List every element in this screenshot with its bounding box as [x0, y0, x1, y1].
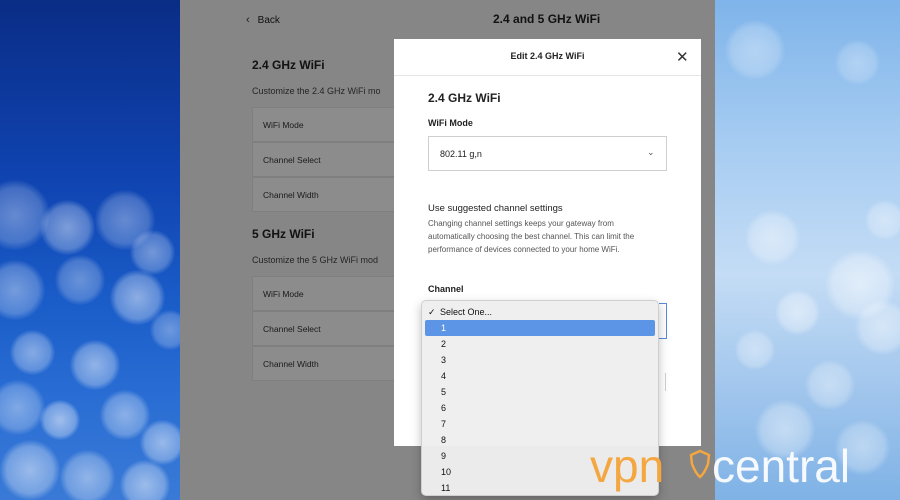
option-label: 11: [441, 483, 451, 493]
bokeh-light: [140, 420, 180, 465]
suggested-channel-help: Changing channel settings keeps your gat…: [428, 219, 635, 254]
background-left: [0, 0, 180, 500]
option-label: Select One...: [440, 307, 493, 317]
dropdown-option[interactable]: ✓ Select One...: [425, 304, 655, 320]
bokeh-light: [130, 230, 175, 275]
bokeh-light: [735, 330, 775, 370]
logo-part1: vpn: [590, 442, 664, 492]
close-icon[interactable]: ✕: [676, 50, 689, 65]
bokeh-light: [150, 310, 180, 350]
option-label: 2: [441, 339, 447, 349]
bokeh-light: [805, 360, 855, 410]
modal-header: Edit 2.4 GHz WiFi ✕: [394, 39, 701, 76]
option-label: 6: [441, 403, 447, 413]
bokeh-light: [0, 260, 45, 320]
dropdown-option[interactable]: 6: [425, 400, 655, 416]
chevron-down-icon: ⌄: [647, 147, 655, 157]
channel-label: Channel: [428, 284, 464, 294]
wifi-mode-select[interactable]: 802.11 g,n ⌄: [428, 136, 667, 171]
option-label: 9: [441, 451, 447, 461]
dropdown-option[interactable]: 1: [425, 320, 655, 336]
logo-part2: central: [712, 442, 850, 492]
bokeh-light: [40, 200, 95, 255]
bokeh-light: [55, 255, 105, 305]
background-right: [715, 0, 900, 500]
bokeh-light: [0, 380, 45, 435]
bokeh-light: [745, 210, 800, 265]
option-label: 8: [441, 435, 447, 445]
dropdown-option[interactable]: 4: [425, 368, 655, 384]
bokeh-light: [835, 40, 880, 85]
channel-select[interactable]: [659, 303, 667, 339]
option-label: 7: [441, 419, 447, 429]
bokeh-light: [40, 400, 80, 440]
bokeh-light: [0, 440, 60, 500]
option-label: 10: [441, 467, 452, 477]
dropdown-option[interactable]: 5: [425, 384, 655, 400]
modal-title: Edit 2.4 GHz WiFi: [510, 51, 585, 61]
option-label: 5: [441, 387, 447, 397]
option-label: 4: [441, 371, 447, 381]
option-label: 3: [441, 355, 447, 365]
bokeh-light: [865, 200, 900, 240]
bokeh-light: [775, 290, 820, 335]
bokeh-light: [120, 460, 170, 500]
suggested-channel-label: Use suggested channel settings: [428, 203, 563, 214]
vpncentral-logo: vpn central: [590, 442, 850, 492]
shield-icon: [689, 449, 711, 479]
bokeh-light: [725, 20, 785, 80]
bokeh-light: [855, 300, 900, 355]
divider: [665, 373, 666, 391]
modal-heading: 2.4 GHz WiFi: [428, 91, 501, 105]
checkmark-icon: ✓: [428, 307, 436, 317]
dropdown-option[interactable]: 2: [425, 336, 655, 352]
dropdown-option[interactable]: 7: [425, 416, 655, 432]
bokeh-light: [60, 450, 115, 500]
bokeh-light: [10, 330, 55, 375]
wifi-mode-label: WiFi Mode: [428, 118, 473, 128]
dropdown-option[interactable]: 3: [425, 352, 655, 368]
wifi-mode-value: 802.11 g,n: [440, 149, 482, 159]
bokeh-light: [70, 340, 120, 390]
option-label: 1: [441, 323, 447, 333]
